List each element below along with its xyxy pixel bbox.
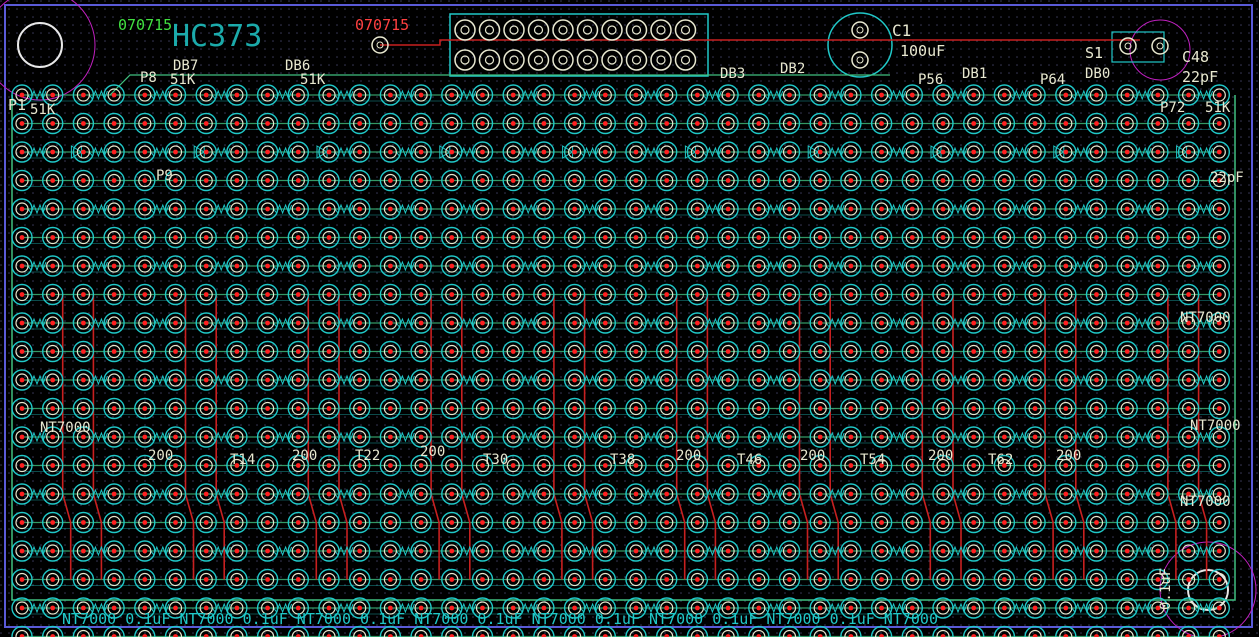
p64-label: P64 [1040,72,1065,88]
resistor-200-d: 200 [676,448,701,464]
t38-label: T38 [610,452,635,468]
p56-label: P56 [918,72,943,88]
resistor-51k-d: 51K [1205,100,1231,116]
p1-label: P1 [8,96,26,114]
nt7000-label-c: NT7000 [1180,310,1231,326]
resistor-51k-a: 51K [30,102,56,118]
resistor-200-g: 200 [1056,448,1081,464]
t54-label: T54 [860,452,885,468]
t62-label: T62 [988,452,1013,468]
resistor-200-b: 200 [292,448,317,464]
pcb-layout-canvas[interactable]: 070715 070715 HC373 C1 100uF S1 C48 22pF… [0,0,1259,637]
p9-label: P9 [156,168,173,184]
c48-value: 22pF [1182,68,1218,86]
nt7000-label-a: NT7000 [1180,494,1231,510]
c1-value: 100uF [900,42,945,60]
db0-label: DB0 [1085,66,1110,82]
db3-label: DB3 [720,66,745,82]
cap-01uf-label: 0.1uF [1158,568,1174,610]
t14-label: T14 [230,452,255,468]
resistor-200-e: 200 [800,448,825,464]
date-label-red: 070715 [355,16,409,34]
resistor-51k-c: 51K [300,72,326,88]
cap-22pf-label: 22pF [1210,170,1244,186]
bottom-row-label: NT7000 0.1uF NT7000 0.1uF NT7000 0.1uF N… [62,610,938,628]
t30-label: T30 [483,452,508,468]
resistor-200-a: 200 [148,448,173,464]
db2-label: DB2 [780,61,805,77]
db1-label: DB1 [962,66,987,82]
nt7000-label-d: NT7000 [40,420,91,436]
date-label-green: 070715 [118,16,172,34]
chip-label: HC373 [172,19,262,54]
c1-label: C1 [892,21,911,40]
resistor-200-c: 200 [420,444,445,460]
t46-label: T46 [737,452,762,468]
c48-label: C48 [1182,48,1209,66]
s1-label: S1 [1085,44,1103,62]
resistor-51k-b: 51K [170,72,196,88]
p72-label: P72 [1160,100,1185,116]
t22-label: T22 [355,448,380,464]
resistor-200-f: 200 [928,448,953,464]
p8-label: P8 [140,70,157,86]
nt7000-label-b: NT7000 [1190,418,1241,434]
